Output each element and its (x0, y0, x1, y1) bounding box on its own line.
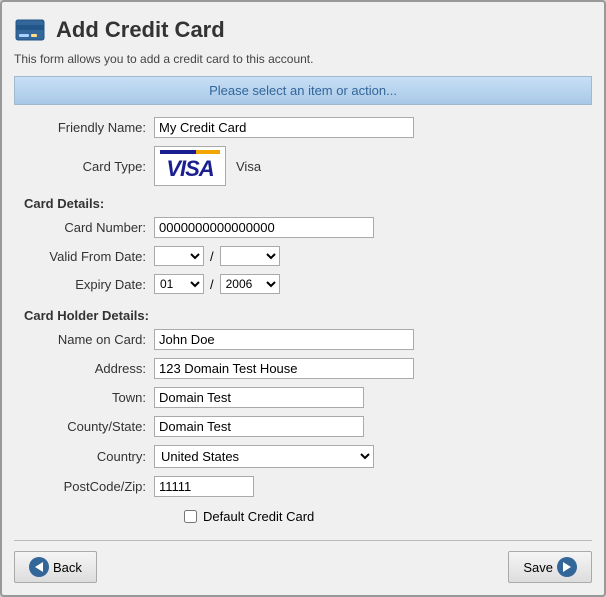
page-title: Add Credit Card (56, 17, 225, 43)
town-row: Town: (24, 387, 582, 408)
expiry-month-select[interactable]: 010203 040506 070809 101112 (154, 274, 204, 294)
town-input[interactable] (154, 387, 364, 408)
name-on-card-row: Name on Card: (24, 329, 582, 350)
card-type-label: Card Type: (24, 159, 154, 174)
form: Friendly Name: Card Type: VISA Visa Card… (14, 117, 592, 524)
back-icon (29, 557, 49, 577)
card-type-row: Card Type: VISA Visa (24, 146, 582, 186)
default-cc-checkbox[interactable] (184, 510, 197, 523)
valid-from-row: Valid From Date: 010203 040506 070809 10… (24, 246, 582, 266)
address-label: Address: (24, 361, 154, 376)
back-label: Back (53, 560, 82, 575)
card-details-header: Card Details: (24, 196, 582, 211)
default-cc-row: Default Credit Card (184, 509, 582, 524)
expiry-date-row: Expiry Date: 010203 040506 070809 101112… (24, 274, 582, 294)
back-arrow (35, 562, 43, 572)
postcode-input[interactable] (154, 476, 254, 497)
expiry-date: 010203 040506 070809 101112 / 2005 2006 … (154, 274, 280, 294)
card-number-label: Card Number: (24, 220, 154, 235)
valid-from-year-select[interactable]: 20052006 20072008 (220, 246, 280, 266)
valid-from-date: 010203 040506 070809 101112 / 20052006 2… (154, 246, 280, 266)
card-number-input[interactable] (154, 217, 374, 238)
country-label: Country: (24, 449, 154, 464)
county-label: County/State: (24, 419, 154, 434)
credit-card-icon (14, 14, 46, 46)
county-input[interactable] (154, 416, 364, 437)
back-button[interactable]: Back (14, 551, 97, 583)
visa-bar (160, 150, 220, 154)
valid-from-month-select[interactable]: 010203 040506 070809 101112 (154, 246, 204, 266)
friendly-name-label: Friendly Name: (24, 120, 154, 135)
expiry-label: Expiry Date: (24, 277, 154, 292)
card-number-row: Card Number: (24, 217, 582, 238)
main-window: Add Credit Card This form allows you to … (0, 0, 606, 597)
country-row: Country: United States United Kingdom Ca… (24, 445, 582, 468)
save-button[interactable]: Save (508, 551, 592, 583)
country-select[interactable]: United States United Kingdom Canada Aust… (154, 445, 374, 468)
status-bar: Please select an item or action... (14, 76, 592, 105)
save-icon (557, 557, 577, 577)
card-type-text: Visa (236, 159, 261, 174)
subtitle: This form allows you to add a credit car… (14, 52, 592, 66)
date-separator-2: / (210, 277, 214, 292)
postcode-label: PostCode/Zip: (24, 479, 154, 494)
friendly-name-input[interactable] (154, 117, 414, 138)
valid-from-label: Valid From Date: (24, 249, 154, 264)
save-label: Save (523, 560, 553, 575)
name-on-card-input[interactable] (154, 329, 414, 350)
friendly-name-row: Friendly Name: (24, 117, 582, 138)
town-label: Town: (24, 390, 154, 405)
address-input[interactable] (154, 358, 414, 379)
date-separator-1: / (210, 249, 214, 264)
bottom-bar: Back Save (14, 540, 592, 583)
address-row: Address: (24, 358, 582, 379)
visa-logo: VISA (154, 146, 226, 186)
postcode-row: PostCode/Zip: (24, 476, 582, 497)
name-on-card-label: Name on Card: (24, 332, 154, 347)
forward-arrow (563, 562, 571, 572)
county-row: County/State: (24, 416, 582, 437)
default-cc-label[interactable]: Default Credit Card (203, 509, 314, 524)
visa-text: VISA (166, 156, 213, 182)
card-holder-header: Card Holder Details: (24, 308, 582, 323)
expiry-year-select[interactable]: 2005 2006 20072008 20092010 (220, 274, 280, 294)
